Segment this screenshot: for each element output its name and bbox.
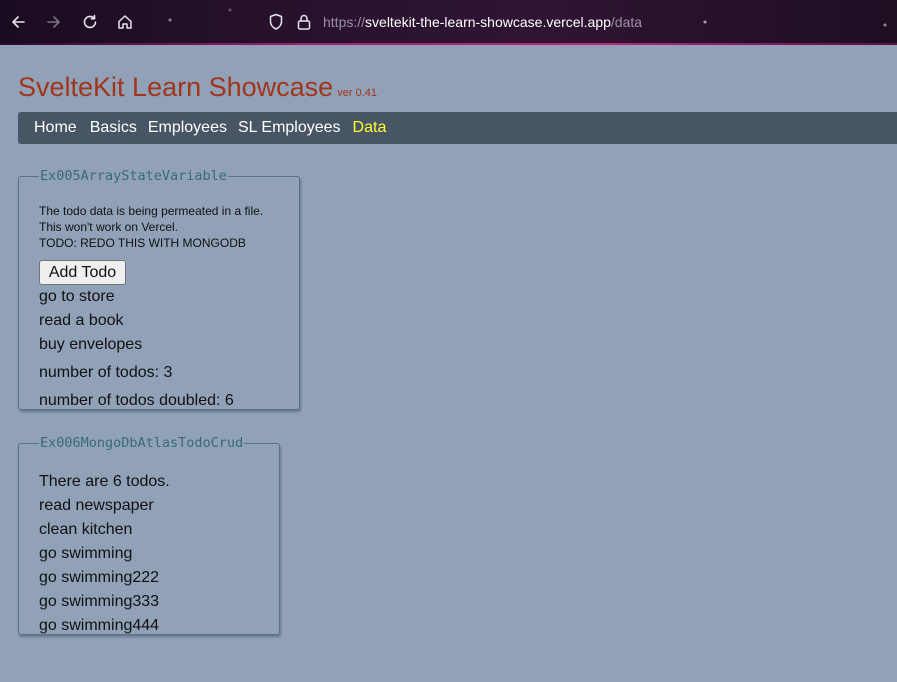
ex005-note: TODO: REDO THIS WITH MONGODB (39, 236, 246, 250)
version-label: ver 0.41 (337, 87, 377, 99)
todo-item: clean kitchen (39, 521, 133, 538)
reload-icon[interactable] (79, 11, 101, 33)
ex006-legend: Ex006MongoDbAtlasTodoCrud (40, 435, 244, 451)
nav-item-home[interactable]: Home (34, 119, 77, 137)
toolbar-accent-line (0, 43, 897, 45)
ex006-panel: Ex006MongoDbAtlasTodoCrud There are 6 to… (18, 435, 280, 635)
todo-count-doubled: number of todos doubled: 6 (39, 392, 234, 409)
forward-icon[interactable] (43, 11, 65, 33)
home-icon[interactable] (114, 11, 136, 33)
url-path: /data (610, 14, 643, 30)
todo-item: go swimming222 (39, 569, 160, 586)
ex005-note: This won't work on Vercel. (39, 220, 179, 234)
add-todo-button[interactable]: Add Todo (39, 260, 126, 285)
todo-item: go swimming444 (39, 617, 160, 634)
nav-item-data[interactable]: Data (353, 119, 387, 137)
site-title-text: SvelteKit Learn Showcase (18, 72, 334, 102)
main-nav: Home Basics Employees SL Employees Data (18, 112, 897, 144)
todo-item: go to store (39, 288, 115, 305)
url-prefix: https:// (323, 14, 366, 30)
todo-count: number of todos: 3 (39, 364, 173, 381)
address-bar[interactable]: https://sveltekit-the-learn-showcase.ver… (262, 8, 892, 36)
nav-item-sl-employees[interactable]: SL Employees (238, 119, 341, 137)
todo-item: read a book (39, 312, 124, 329)
site-title: SvelteKit Learn Showcase ver 0.41 (18, 72, 377, 103)
shield-icon[interactable] (268, 13, 284, 35)
lock-icon[interactable] (296, 13, 312, 35)
ex005-note: The todo data is being permeated in a fi… (39, 204, 264, 218)
nav-item-basics[interactable]: Basics (90, 119, 137, 137)
browser-toolbar: https://sveltekit-the-learn-showcase.ver… (0, 0, 897, 45)
back-icon[interactable] (7, 11, 29, 33)
todo-item: go swimming (39, 545, 133, 562)
url-host: sveltekit-the-learn-showcase.vercel.app (365, 14, 611, 30)
todo-item: buy envelopes (39, 336, 143, 353)
ex005-legend: Ex005ArrayStateVariable (40, 168, 227, 184)
ex005-panel: Ex005ArrayStateVariable The todo data is… (18, 168, 300, 410)
url-text[interactable]: https://sveltekit-the-learn-showcase.ver… (323, 14, 642, 30)
todo-item: read newspaper (39, 497, 154, 514)
todo-summary: There are 6 todos. (39, 473, 170, 490)
nav-item-employees[interactable]: Employees (148, 119, 227, 137)
todo-item: go swimming333 (39, 593, 160, 610)
